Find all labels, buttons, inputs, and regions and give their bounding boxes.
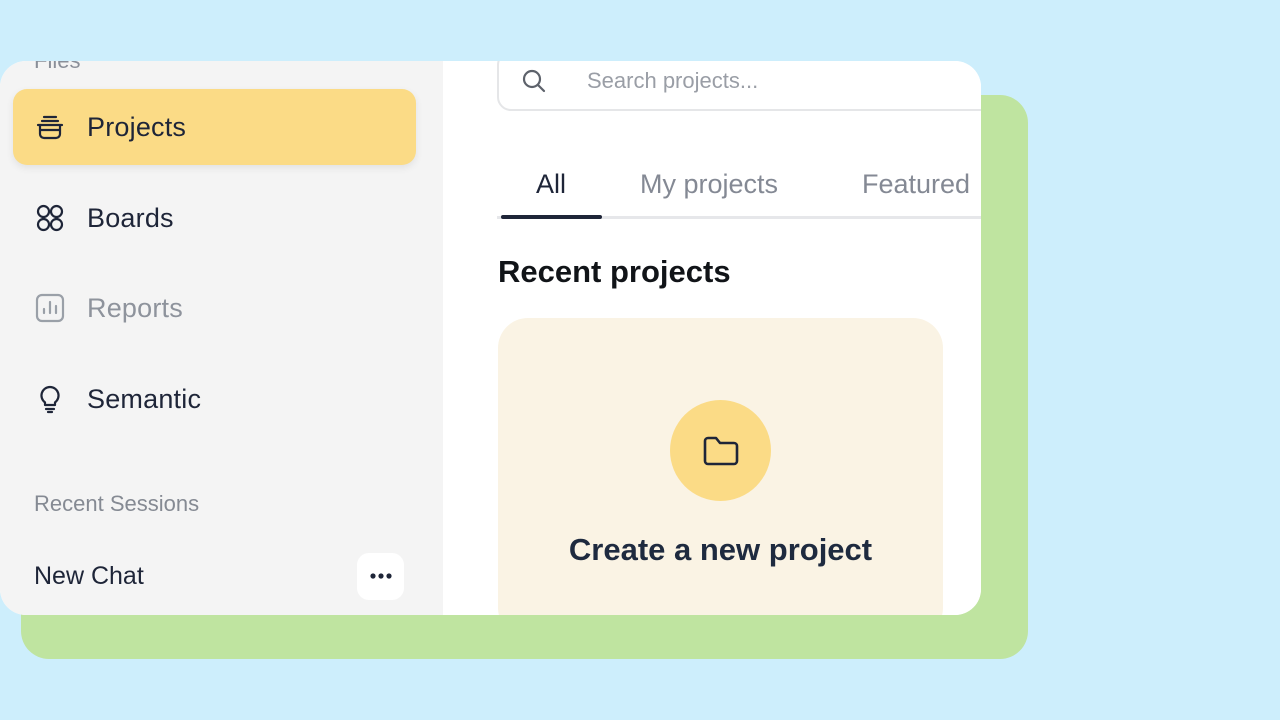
session-item-new-chat[interactable]: New Chat [34,552,404,600]
section-title: Recent projects [498,254,731,289]
main-content: All My projects Featured Recent projects… [443,61,981,615]
create-project-card[interactable]: Create a new project [498,318,943,615]
grid-circles-icon [34,202,66,234]
project-tabs: All My projects Featured [497,153,981,219]
tab-my-projects[interactable]: My projects [640,169,778,200]
session-label: New Chat [34,561,144,590]
more-dots-icon [369,573,392,579]
sidebar: Files Projects [0,61,443,615]
folder-icon [703,436,738,465]
sidebar-item-label: Reports [87,292,183,323]
sidebar-item-label: Boards [87,202,174,233]
session-more-button[interactable] [357,552,404,600]
sidebar-item-projects[interactable]: Projects [13,89,416,165]
sidebar-item-boards[interactable]: Boards [13,180,416,256]
sidebar-item-label: Semantic [87,383,202,414]
stage: Files Projects [0,0,1280,720]
create-project-label: Create a new project [568,532,873,567]
active-tab-indicator [501,215,602,219]
tab-all[interactable]: All [536,169,566,200]
search-input[interactable] [585,67,969,95]
folder-icon-badge [670,400,771,501]
app-window: Files Projects [0,61,981,615]
search-box[interactable] [497,61,981,111]
search-icon [522,69,546,93]
tab-featured[interactable]: Featured [862,169,970,200]
recent-sessions-label: Recent Sessions [34,491,200,516]
sidebar-item-label: Projects [87,111,187,142]
sidebar-item-semantic[interactable]: Semantic [13,361,416,437]
bar-chart-icon [34,292,66,324]
lightbulb-icon [34,383,66,415]
sidebar-item-reports[interactable]: Reports [13,270,416,346]
sidebar-section-heading: Files [34,61,80,72]
bucket-icon [34,111,66,143]
